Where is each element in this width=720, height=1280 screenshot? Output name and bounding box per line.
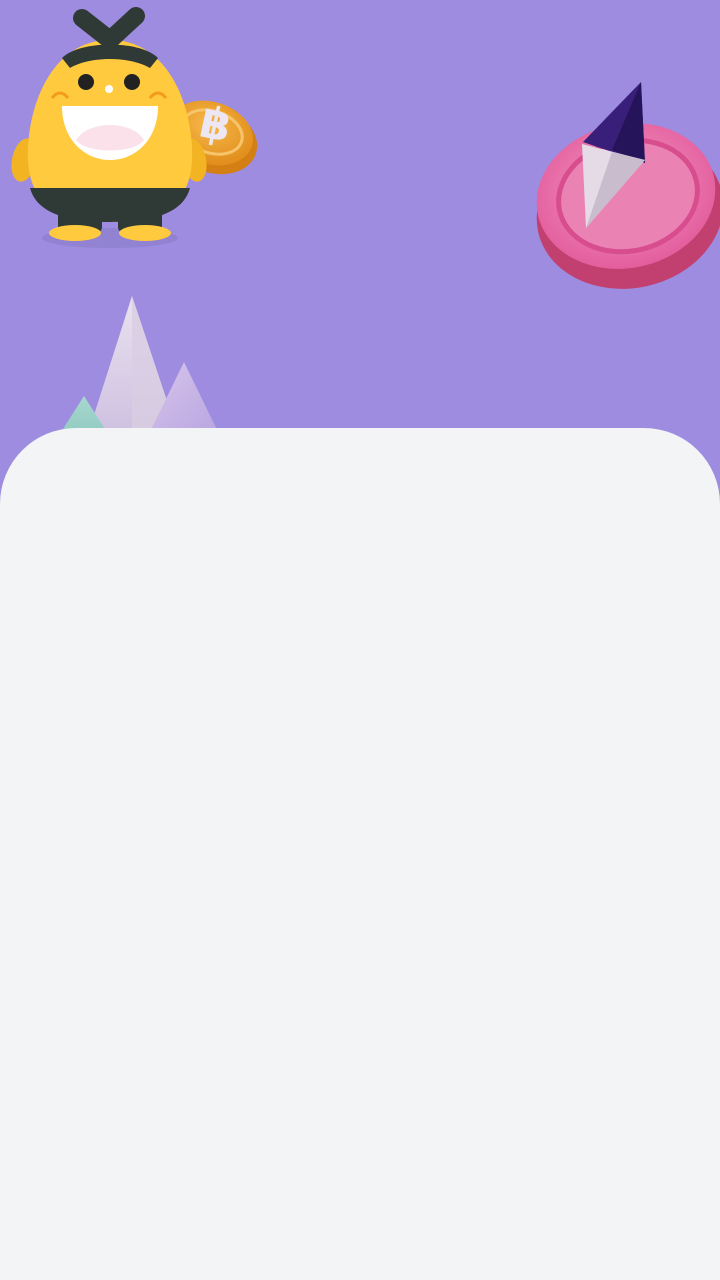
hero-illustration: ฿	[0, 0, 720, 470]
ethereum-token-icon	[536, 82, 720, 289]
yellow-mascot-icon	[11, 7, 207, 248]
crystal-mountains-icon	[56, 296, 222, 440]
content-sheet	[0, 428, 720, 1280]
